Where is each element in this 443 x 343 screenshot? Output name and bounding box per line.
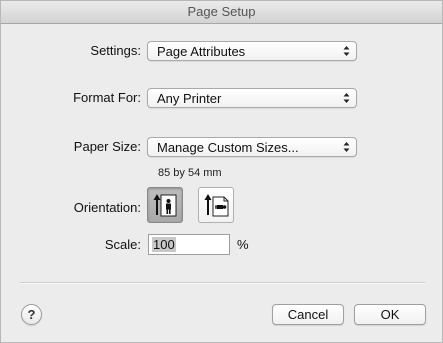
landscape-orientation-button[interactable]	[198, 187, 234, 223]
updown-arrows-icon	[343, 142, 350, 152]
updown-arrows-icon	[343, 93, 350, 103]
window-title: Page Setup	[187, 4, 256, 19]
scale-input[interactable]: 100	[148, 234, 230, 255]
cancel-button[interactable]: Cancel	[272, 304, 344, 325]
portrait-orientation-icon	[153, 194, 177, 217]
help-button[interactable]: ?	[21, 304, 42, 325]
paper-dimensions: 85 by 54 mm	[158, 167, 222, 179]
scale-label: Scale:	[104, 237, 141, 252]
settings-value: Page Attributes	[157, 44, 246, 59]
settings-label: Settings:	[90, 43, 141, 58]
landscape-orientation-icon	[204, 194, 229, 217]
orientation-label: Orientation:	[73, 200, 141, 215]
paper-size-value: Manage Custom Sizes...	[157, 140, 299, 155]
format-for-label: Format For:	[73, 90, 141, 105]
format-for-popup[interactable]: Any Printer	[147, 88, 357, 108]
scale-unit: %	[237, 237, 249, 252]
ok-button[interactable]: OK	[354, 304, 426, 325]
paper-size-label: Paper Size:	[73, 139, 141, 154]
separator	[20, 282, 425, 284]
format-for-value: Any Printer	[157, 91, 222, 106]
title-bar: Page Setup	[1, 1, 442, 24]
scale-value: 100	[152, 237, 176, 252]
settings-popup[interactable]: Page Attributes	[147, 41, 357, 61]
portrait-orientation-button[interactable]	[147, 187, 183, 223]
page-setup-dialog: Page Setup Settings: Page Attributes For…	[0, 0, 443, 343]
updown-arrows-icon	[343, 46, 350, 56]
question-mark-icon: ?	[27, 307, 36, 322]
paper-size-popup[interactable]: Manage Custom Sizes...	[147, 137, 357, 157]
